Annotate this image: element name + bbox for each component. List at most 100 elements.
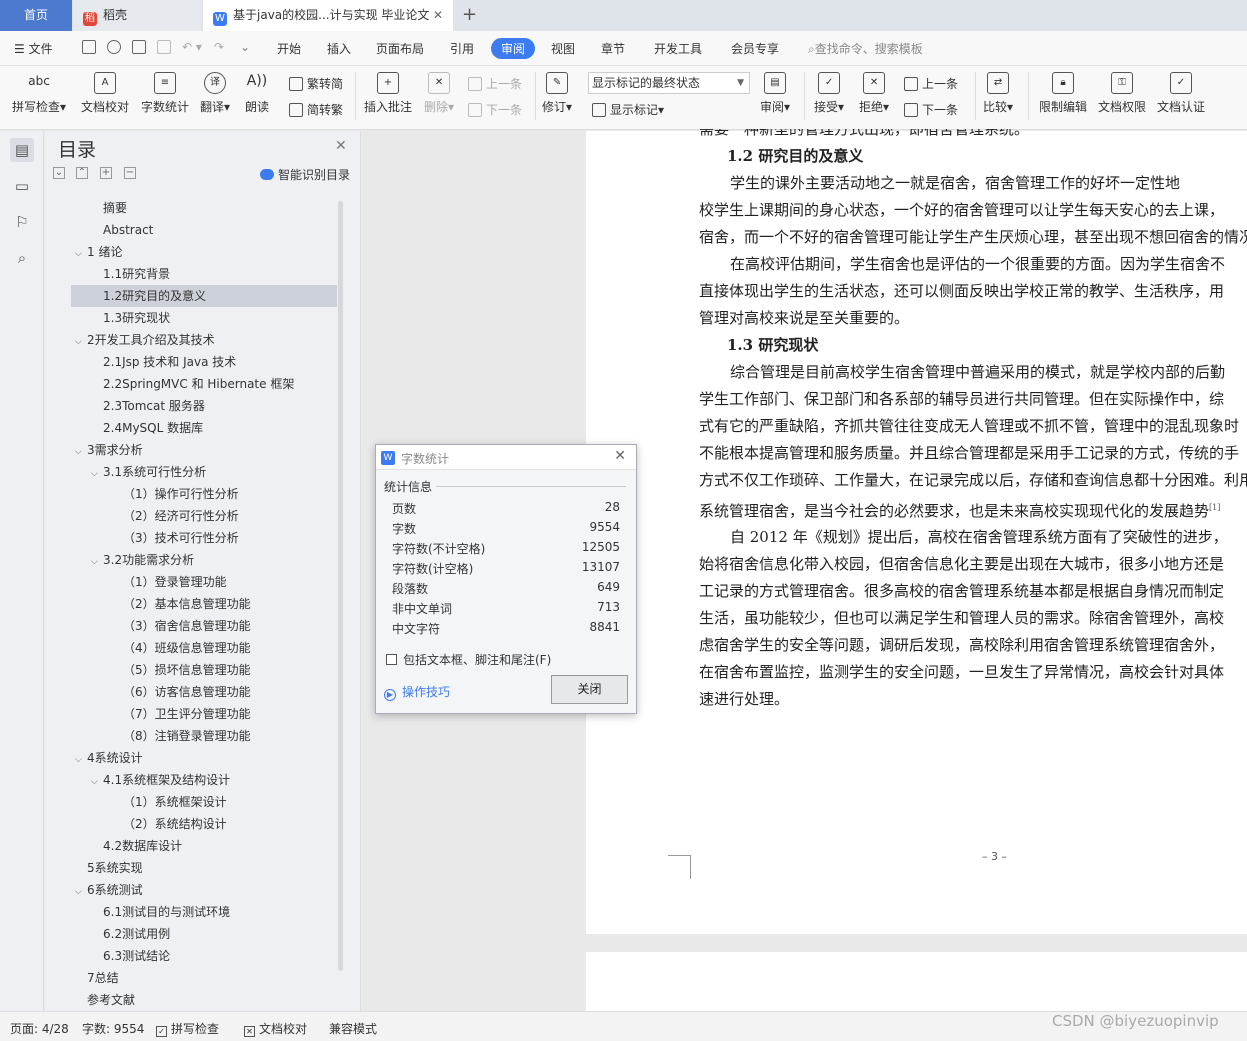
toc-item[interactable]: ⌵ 3.1系统可行性分析	[71, 461, 337, 483]
toc-item[interactable]: 7总结	[71, 967, 337, 989]
chevron-down-icon[interactable]: ⌵	[75, 881, 87, 903]
menu-section[interactable]: 章节	[601, 40, 625, 57]
search-icon[interactable]: ⌕	[10, 246, 34, 270]
toc-item[interactable]: ⌵ 6系统测试	[71, 879, 337, 901]
toc-item[interactable]: （3）宿舍信息管理功能	[71, 615, 337, 637]
toc-item[interactable]: （1）操作可行性分析	[71, 483, 337, 505]
toc-item[interactable]: （6）访客信息管理功能	[71, 681, 337, 703]
dialog-title-bar[interactable]: W 字数统计 ✕	[376, 445, 636, 470]
export-icon[interactable]	[107, 40, 121, 54]
accept-button[interactable]: ✓ 接受▾	[814, 72, 844, 115]
toc-item[interactable]: Abstract	[71, 219, 337, 241]
tab-daoke[interactable]: 稻稻壳	[73, 0, 201, 31]
toc-item[interactable]: 1.1研究背景	[71, 263, 337, 285]
word-count-indicator[interactable]: 字数: 9554	[82, 1020, 144, 1037]
markup-display-select[interactable]: 显示标记的最终状态 ▼	[588, 72, 750, 94]
collapse-all-icon[interactable]: ⌄	[53, 167, 65, 179]
remove-heading-icon[interactable]: −	[124, 167, 136, 179]
document-auth-button[interactable]: ✓ 文档认证	[1157, 72, 1205, 115]
toc-item[interactable]: （8）注销登录管理功能	[71, 725, 337, 747]
toc-item[interactable]: （1）系统框架设计	[71, 791, 337, 813]
toc-item[interactable]: 参考文献	[71, 989, 337, 1011]
include-textbox-checkbox[interactable]: 包括文本框、脚注和尾注(F)	[386, 651, 551, 668]
next-change-button[interactable]: 下一条	[904, 101, 958, 118]
toc-item[interactable]: （2）基本信息管理功能	[71, 593, 337, 615]
insert-comment-button[interactable]: + 插入批注	[364, 72, 412, 115]
toc-item[interactable]: ⌵ 4.1系统框架及结构设计	[71, 769, 337, 791]
menu-insert[interactable]: 插入	[327, 40, 351, 57]
toc-item[interactable]: 5系统实现	[71, 857, 337, 879]
toc-item[interactable]: ⌵ 3需求分析	[71, 439, 337, 461]
redo-icon[interactable]: ↷	[214, 40, 224, 54]
prev-change-button[interactable]: 上一条	[904, 75, 958, 92]
menu-devtools[interactable]: 开发工具	[654, 40, 702, 57]
chevron-down-icon[interactable]: ⌵	[75, 441, 87, 463]
toc-item[interactable]: （2）经济可行性分析	[71, 505, 337, 527]
toc-item[interactable]: 1.2研究目的及意义	[71, 285, 337, 307]
quick-access-dropdown-icon[interactable]: ⌄	[240, 40, 250, 54]
prev-comment-button[interactable]: 上一条	[468, 75, 522, 92]
toc-item[interactable]: 4.2数据库设计	[71, 835, 337, 857]
print-preview-icon[interactable]	[157, 40, 171, 54]
command-search[interactable]: ⌕查找命令、搜索模板	[808, 40, 923, 57]
show-markup-button[interactable]: 显示标记▾	[592, 101, 664, 118]
citation-mark[interactable]: [1]	[1209, 503, 1220, 512]
chevron-down-icon[interactable]: ⌵	[91, 463, 103, 485]
chevron-down-icon[interactable]: ⌵	[91, 551, 103, 573]
bookmark-icon[interactable]: ⚐	[10, 210, 34, 234]
restrict-edit-button[interactable]: 🔒︎ 限制编辑	[1039, 72, 1087, 115]
translate-button[interactable]: 译翻译▾	[200, 72, 230, 115]
outline-panel-icon[interactable]: ▤	[10, 138, 34, 162]
next-document-page[interactable]	[586, 952, 1247, 1011]
toc-item[interactable]: ⌵ 4系统设计	[71, 747, 337, 769]
toc-item[interactable]: （2）系统结构设计	[71, 813, 337, 835]
toc-item[interactable]: ⌵ 2开发工具介绍及其技术	[71, 329, 337, 351]
read-aloud-button[interactable]: A)) 朗读	[245, 72, 269, 115]
toc-item[interactable]: 6.3测试结论	[71, 945, 337, 967]
print-icon[interactable]	[132, 40, 146, 54]
reject-button[interactable]: ✕ 拒绝▾	[859, 72, 889, 115]
toc-item[interactable]: 2.2SpringMVC 和 Hibernate 框架	[71, 373, 337, 395]
menu-member[interactable]: 会员专享	[731, 40, 779, 57]
toc-item[interactable]: （5）损坏信息管理功能	[71, 659, 337, 681]
track-changes-button[interactable]: ✎ 修订▾	[542, 72, 572, 115]
toc-scrollbar[interactable]	[338, 201, 343, 971]
close-button[interactable]: 关闭	[551, 675, 628, 704]
toc-item[interactable]: 1.3研究现状	[71, 307, 337, 329]
toc-item[interactable]: ⌵ 1 绪论	[71, 241, 337, 263]
page-indicator[interactable]: 页面: 4/28	[10, 1020, 69, 1037]
toc-item[interactable]: 2.1Jsp 技术和 Java 技术	[71, 351, 337, 373]
review-pane-button[interactable]: ▤ 审阅▾	[760, 72, 790, 115]
spell-check-button[interactable]: abc 拼写检查▾	[12, 72, 66, 115]
menu-start[interactable]: 开始	[277, 40, 301, 57]
tab-home[interactable]: 首页	[0, 0, 72, 31]
add-heading-icon[interactable]: +	[100, 167, 112, 179]
toc-item[interactable]: （1）登录管理功能	[71, 571, 337, 593]
toc-item[interactable]: （4）班级信息管理功能	[71, 637, 337, 659]
menu-review[interactable]: 审阅	[491, 38, 536, 59]
undo-icon[interactable]: ↶ ▾	[182, 40, 202, 54]
smart-toc-button[interactable]: 智能识别目录	[260, 166, 350, 183]
file-menu[interactable]: ☰ 文件	[14, 40, 53, 57]
document-permission-button[interactable]: ⚿ 文档权限	[1098, 72, 1146, 115]
compare-button[interactable]: ⇄ 比较▾	[983, 72, 1013, 115]
toc-item[interactable]: 2.4MySQL 数据库	[71, 417, 337, 439]
toc-item[interactable]: ⌵ 3.2功能需求分析	[71, 549, 337, 571]
menu-view[interactable]: 视图	[551, 40, 575, 57]
new-tab-button[interactable]: +	[462, 0, 477, 31]
status-spell-check[interactable]: ✓ 拼写检查	[156, 1020, 219, 1037]
toc-item[interactable]: 6.1测试目的与测试环境	[71, 901, 337, 923]
trad-to-simp-button[interactable]: 繁转简	[289, 75, 343, 92]
next-comment-button[interactable]: 下一条	[468, 101, 522, 118]
close-icon[interactable]: ✕	[433, 0, 443, 31]
chevron-down-icon[interactable]: ⌵	[91, 771, 103, 793]
close-icon[interactable]: ✕	[335, 138, 347, 154]
word-count-button[interactable]: ≡ 字数统计	[141, 72, 189, 115]
tab-document[interactable]: W 基于java的校园...计与实现 毕业论文 ✕	[203, 0, 453, 31]
toc-item[interactable]: 摘要	[71, 197, 337, 219]
pages-panel-icon[interactable]: ▭	[10, 174, 34, 198]
chevron-down-icon[interactable]: ⌵	[75, 243, 87, 265]
chevron-down-icon[interactable]: ⌵	[75, 331, 87, 353]
close-icon[interactable]: ✕	[614, 448, 626, 464]
save-icon[interactable]	[82, 40, 96, 54]
